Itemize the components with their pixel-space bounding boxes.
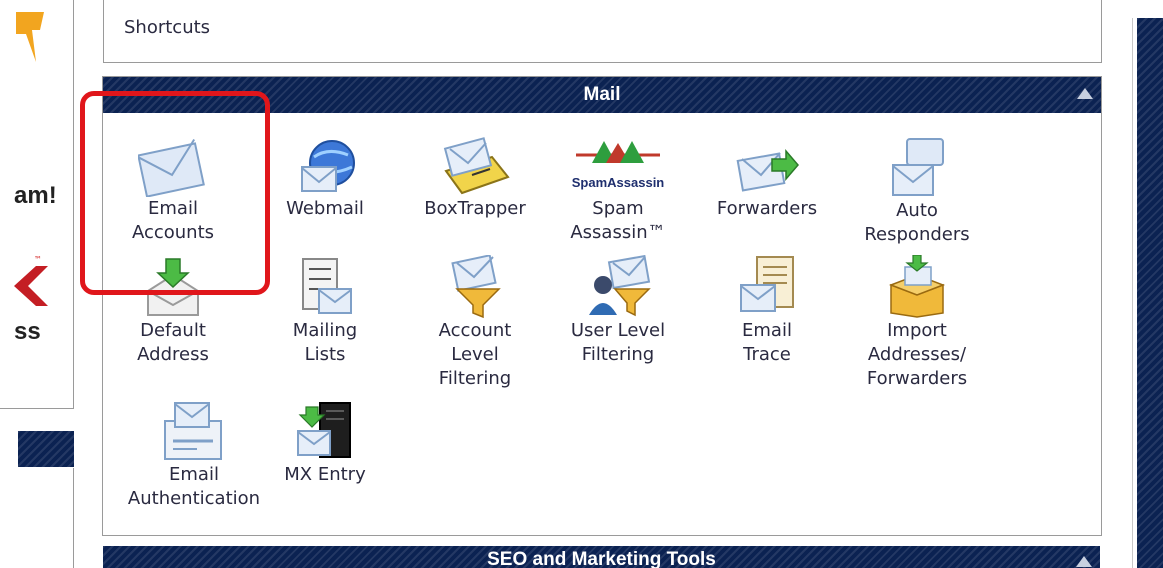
mx-entry-link[interactable]: MX Entry	[273, 401, 377, 487]
mailing-lists-label: Mailing Lists	[292, 320, 358, 365]
auto-responders-link[interactable]: Auto Responders	[847, 137, 987, 247]
import-addresses-link[interactable]: Import Addresses/ Forwarders	[847, 255, 987, 391]
collapse-arrow-icon[interactable]	[1076, 556, 1092, 567]
sidebar-section-header	[18, 431, 74, 467]
right-divider	[1132, 18, 1133, 568]
sidebar-text-fragment-2: ss	[14, 318, 41, 345]
right-column	[1137, 18, 1163, 568]
user-level-filtering-link[interactable]: User Level Filtering	[553, 255, 683, 367]
star-logo-icon	[16, 12, 44, 62]
list-envelope-icon	[302, 258, 352, 314]
forwarders-link[interactable]: Forwarders	[703, 137, 831, 221]
webmail-link[interactable]: Webmail	[273, 137, 377, 221]
email-trace-label: Email Trace	[742, 320, 792, 365]
shortcuts-title[interactable]: Shortcuts	[124, 17, 210, 38]
shortcuts-panel: Shortcuts	[103, 0, 1102, 63]
import-addresses-label: Import Addresses/ Forwarders	[866, 320, 968, 389]
spamassassin-logo-text: SpamAssassin	[572, 175, 665, 190]
left-sidebar-panel: am! ™ ss	[0, 0, 74, 409]
spam-assassin-label: Spam Assassin™	[570, 198, 666, 243]
globe-envelope-icon	[301, 140, 355, 192]
mail-header[interactable]: Mail	[103, 77, 1101, 113]
envelope-icon	[138, 138, 205, 197]
default-address-label: Default Address	[137, 320, 209, 365]
email-accounts-link[interactable]: Email Accounts	[113, 137, 233, 245]
boxtrapper-link[interactable]: BoxTrapper	[405, 137, 545, 221]
speech-envelope-icon	[892, 138, 944, 196]
seo-section-title: SEO and Marketing Tools	[487, 549, 716, 568]
user-funnel-icon	[589, 255, 651, 317]
collapse-arrow-icon[interactable]	[1077, 88, 1093, 99]
server-envelope-icon	[297, 402, 351, 458]
user-level-filtering-label: User Level Filtering	[570, 320, 666, 365]
auto-responders-label: Auto Responders	[864, 200, 970, 245]
certificate-envelope-icon	[164, 402, 222, 460]
mailing-lists-link[interactable]: Mailing Lists	[273, 255, 377, 367]
account-level-filtering-link[interactable]: Account Level Filtering	[405, 255, 545, 391]
account-level-filtering-label: Account Level Filtering	[438, 320, 512, 389]
spam-assassin-link[interactable]: SpamAssassin Spam Assassin™	[553, 137, 683, 245]
webmail-label: Webmail	[286, 198, 364, 219]
sidebar-divider	[73, 468, 74, 568]
spamassassin-icon: SpamAssassin	[572, 141, 665, 190]
boxtrapper-label: BoxTrapper	[424, 198, 526, 219]
box-import-icon	[888, 255, 946, 318]
email-trace-link[interactable]: Email Trace	[703, 255, 831, 367]
trap-icon	[443, 137, 510, 195]
forward-envelope-icon	[736, 148, 799, 192]
sidebar-text-fragment: am!	[14, 182, 57, 209]
email-accounts-label: Email Accounts	[131, 198, 215, 243]
funnel-envelope-icon	[451, 255, 501, 319]
mx-entry-label: MX Entry	[284, 464, 366, 485]
default-address-link[interactable]: Default Address	[113, 255, 233, 367]
mail-panel: Mail Email Accounts Webmail BoxTrapper S…	[102, 76, 1102, 536]
brand-logo-icon	[14, 266, 48, 306]
email-authentication-label: Email Authentication	[127, 464, 261, 509]
forwarders-label: Forwarders	[716, 198, 818, 219]
mail-title: Mail	[583, 84, 621, 105]
document-envelope-icon	[740, 256, 794, 312]
email-authentication-link[interactable]: Email Authentication	[113, 401, 275, 511]
open-envelope-arrow-icon	[147, 258, 199, 316]
seo-section-header[interactable]: SEO and Marketing Tools	[103, 546, 1100, 568]
trademark-mark: ™	[34, 255, 42, 264]
